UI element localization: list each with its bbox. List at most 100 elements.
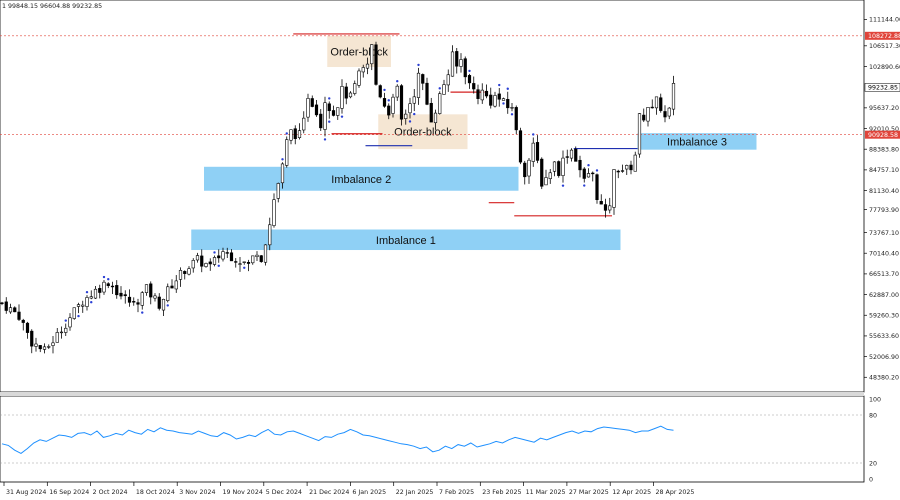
price-tick-label: 66513.70 <box>869 271 899 278</box>
candle-body <box>21 319 25 323</box>
candle-body <box>255 254 259 257</box>
price-marker-label: 108272.88 <box>868 33 900 40</box>
candle-body <box>4 301 8 311</box>
candle-body <box>98 288 102 293</box>
candle-body <box>259 255 263 262</box>
candle-body <box>497 93 501 100</box>
candle-body <box>531 142 535 162</box>
candle-body <box>314 104 319 116</box>
candle-body <box>85 297 89 307</box>
candle-body <box>102 281 106 293</box>
candle-body <box>591 172 595 175</box>
chart-canvas: Order-block Order-block Imbalance 2 Imbalan… <box>0 0 900 496</box>
fractal-down-marker <box>328 120 331 123</box>
candle-body <box>357 70 361 86</box>
candle-body <box>501 98 506 101</box>
candle-body <box>476 89 480 99</box>
candle-body <box>55 332 59 343</box>
candle-body <box>603 204 608 211</box>
candle-body <box>34 343 38 347</box>
candle-body <box>72 307 76 319</box>
candle-body <box>395 85 399 98</box>
candle-body <box>238 263 242 265</box>
candle-body <box>110 285 115 288</box>
candle-body <box>276 183 280 199</box>
candle-body <box>229 252 234 262</box>
price-tick-label: 52006.90 <box>869 354 899 361</box>
date-tick-label: 22 Jan 2025 <box>396 489 434 496</box>
fractal-up-marker <box>587 164 590 167</box>
candle-body <box>616 170 620 173</box>
candle-body <box>161 298 166 311</box>
candle-body <box>370 44 374 65</box>
fractal-up-marker <box>595 169 599 172</box>
candle-body <box>297 130 302 138</box>
candle-body <box>463 58 467 78</box>
candle-body <box>408 103 412 114</box>
date-tick-label: 28 Apr 2025 <box>656 489 695 496</box>
candle-body <box>663 111 667 118</box>
fractal-up-marker <box>498 83 501 87</box>
candle-body <box>387 105 391 116</box>
candle-body <box>225 252 229 254</box>
candle-body <box>399 85 404 120</box>
candle-body <box>659 97 663 111</box>
fractal-down-marker <box>340 115 344 118</box>
fractal-up-marker <box>107 277 110 281</box>
date-tick-label: 12 Apr 2025 <box>612 489 651 496</box>
candle-body <box>251 255 255 264</box>
fractal-down-marker <box>243 266 246 269</box>
candle-body <box>582 168 586 179</box>
candle-body <box>574 148 578 162</box>
candle-body <box>429 102 433 123</box>
candle-body <box>136 302 140 305</box>
candle-body <box>246 261 251 264</box>
fractal-up-marker <box>468 69 471 73</box>
fractal-up-marker <box>506 87 509 90</box>
candle-body <box>535 142 540 161</box>
candle-body <box>166 286 170 301</box>
candle-body <box>544 177 548 186</box>
candle-body <box>191 260 195 269</box>
candle-body <box>208 261 212 265</box>
ohlc-header: 1 99848.15 96604.88 99232.85 <box>2 3 102 10</box>
pane-separator[interactable] <box>0 392 864 396</box>
candle-body <box>442 84 446 95</box>
candle-body <box>59 331 64 334</box>
price-tick-label: 77793.90 <box>869 207 899 214</box>
candle-body <box>119 292 123 297</box>
fractal-down-marker <box>408 120 412 123</box>
candle-body <box>127 296 132 303</box>
candle-body <box>242 261 246 263</box>
candle-body <box>557 161 561 176</box>
candle-body <box>506 99 510 109</box>
candle-body <box>64 327 68 333</box>
fractal-up-marker <box>64 319 67 322</box>
candle-body <box>578 159 582 171</box>
candle-body <box>527 159 531 177</box>
candle-body <box>646 107 650 122</box>
candle-body <box>123 294 127 297</box>
candle-body <box>89 296 93 299</box>
candle-body <box>378 85 382 98</box>
candle-body <box>620 170 625 172</box>
fractal-up-marker <box>281 158 284 161</box>
candle-body <box>221 251 225 260</box>
candle-body <box>140 292 144 306</box>
candle-body <box>42 346 47 350</box>
candle-body <box>344 86 348 99</box>
candle-body <box>416 72 421 98</box>
candle-body <box>268 224 272 246</box>
date-tick-label: 18 Oct 2024 <box>136 489 175 496</box>
candle-body <box>391 96 395 114</box>
candle-body <box>425 82 429 105</box>
candle-body <box>586 173 591 178</box>
candle-body <box>552 161 557 172</box>
price-marker-label: 90928.58 <box>868 132 898 139</box>
candle-body <box>8 307 13 313</box>
candle-body <box>353 83 357 94</box>
candle-body <box>51 342 55 346</box>
price-marker-label: 99232.85 <box>868 85 898 92</box>
candle-body <box>412 96 416 104</box>
date-tick-label: 19 Nov 2024 <box>223 489 263 496</box>
